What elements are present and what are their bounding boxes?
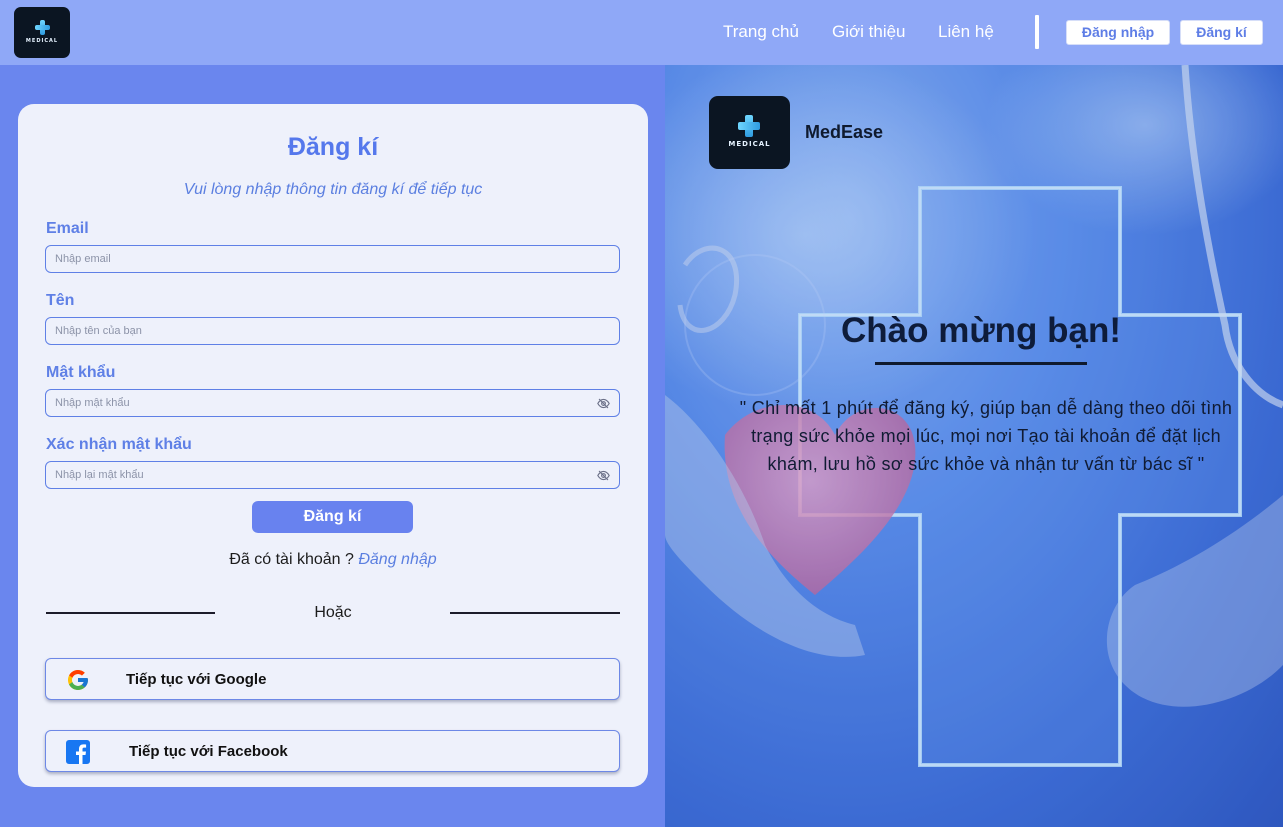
form-subtitle: Vui lòng nhập thông tin đăng kí để tiếp … <box>183 181 483 198</box>
register-submit-button[interactable]: Đăng kí <box>252 501 413 533</box>
eye-slash-icon[interactable] <box>597 397 610 410</box>
name-label: Tên <box>46 292 75 309</box>
medical-cross-icon <box>35 20 50 35</box>
brand-name: MedEase <box>805 122 884 142</box>
password-field[interactable] <box>45 389 620 417</box>
name-field[interactable] <box>45 317 620 345</box>
google-login-button[interactable]: Tiếp tục với Google <box>45 658 620 700</box>
facebook-login-button[interactable]: Tiếp tục với Facebook <box>45 730 620 772</box>
hero-logo: MEDICAL <box>709 96 790 169</box>
medical-cross-icon <box>738 115 760 137</box>
nav-link-contact[interactable]: Liên hệ <box>938 22 994 42</box>
facebook-icon <box>66 740 90 764</box>
welcome-title: Chào mừng bạn! <box>840 311 1122 350</box>
hero-panel: MEDICAL MedEase Chào mừng bạn! " Chỉ mất… <box>665 65 1283 827</box>
have-account-row: Đã có tài khoản ? Đăng nhập <box>0 551 666 569</box>
email-input[interactable] <box>46 246 619 272</box>
name-input[interactable] <box>46 318 619 344</box>
password-label: Mật khẩu <box>46 364 116 381</box>
nav-logo-text: MEDICAL <box>25 38 59 44</box>
divider-right <box>450 612 620 614</box>
have-account-text: Đã có tài khoản ? <box>229 551 354 568</box>
google-icon <box>68 670 88 690</box>
nav-link-home[interactable]: Trang chủ <box>723 22 799 42</box>
google-login-label: Tiếp tục với Google <box>126 671 267 688</box>
nav-logo[interactable]: MEDICAL <box>14 7 70 58</box>
nav-register-button[interactable]: Đăng kí <box>1180 20 1263 45</box>
password-input[interactable] <box>46 390 619 416</box>
nav-link-about[interactable]: Giới thiệu <box>832 22 906 42</box>
welcome-quote: " Chỉ mất 1 phút để đăng ký, giúp bạn dễ… <box>739 398 1233 474</box>
email-field[interactable] <box>45 245 620 273</box>
login-link[interactable]: Đăng nhập <box>358 551 436 568</box>
welcome-underline <box>875 362 1087 365</box>
email-label: Email <box>46 220 89 237</box>
eye-slash-icon[interactable] <box>597 469 610 482</box>
form-title: Đăng kí <box>287 133 379 161</box>
confirm-password-input[interactable] <box>46 462 619 488</box>
confirm-password-label: Xác nhận mật khẩu <box>46 436 192 453</box>
hero-logo-text: MEDICAL <box>728 140 771 148</box>
nav-divider <box>1035 15 1039 49</box>
nav-login-button[interactable]: Đăng nhập <box>1066 20 1170 45</box>
confirm-password-field[interactable] <box>45 461 620 489</box>
facebook-login-label: Tiếp tục với Facebook <box>129 743 288 760</box>
navbar: MEDICAL Trang chủ Giới thiệu Liên hệ Đăn… <box>0 0 1283 65</box>
